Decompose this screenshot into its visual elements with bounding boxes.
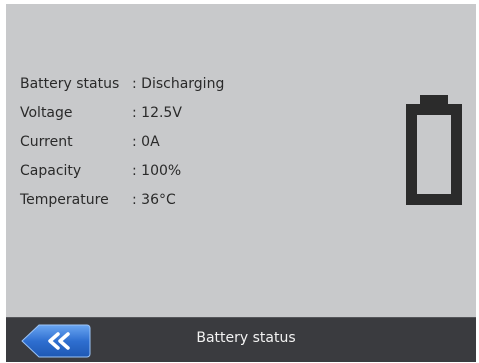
- voltage-value: : 12.5V: [132, 105, 182, 121]
- temperature-label: Temperature: [20, 192, 109, 208]
- current-label: Current: [20, 134, 73, 150]
- battery-status-label: Battery status: [20, 76, 120, 92]
- info-row-capacity: Capacity : 100%: [20, 161, 224, 190]
- info-row-current: Current : 0A: [20, 132, 224, 161]
- info-row-temperature: Temperature : 36°C: [20, 190, 224, 219]
- bottom-navigation-bar: Battery status: [6, 317, 476, 362]
- battery-status-screen: Battery status : Discharging Voltage : 12.…: [6, 4, 476, 362]
- page-title: Battery status: [196, 330, 296, 346]
- capacity-value: : 100%: [132, 163, 182, 179]
- battery-status-value: : Discharging: [132, 76, 225, 92]
- info-row-voltage: Voltage : 12.5V: [20, 103, 224, 132]
- battery-info-panel: Battery status : Discharging Voltage : 12.…: [20, 74, 224, 219]
- temperature-value: : 36°C: [132, 192, 176, 208]
- voltage-label: Voltage: [20, 105, 73, 121]
- capacity-label: Capacity: [20, 163, 82, 179]
- current-value: : 0A: [132, 134, 160, 150]
- info-row-battery-status: Battery status : Discharging: [20, 74, 224, 103]
- battery-icon: [406, 95, 462, 205]
